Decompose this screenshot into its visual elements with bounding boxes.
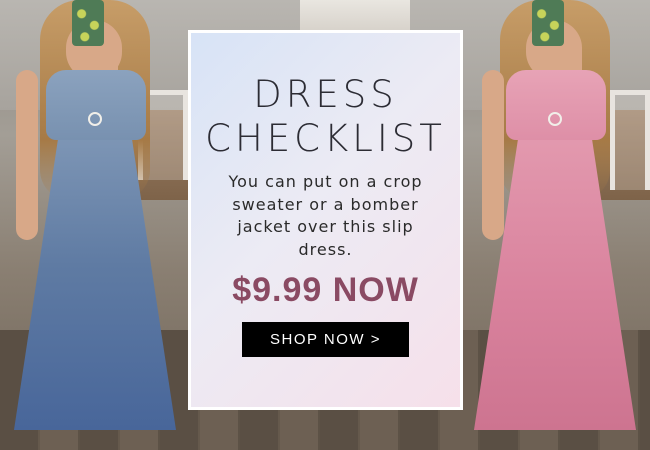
model-arm (482, 70, 504, 240)
dress-ring-detail (548, 112, 562, 126)
dress-skirt (14, 130, 176, 430)
dress-bodice (46, 70, 146, 140)
card-title-line-2: CHECKLIST (205, 117, 446, 160)
price-label: $9.99 NOW (232, 271, 419, 309)
card-title-line-1: DRESS (253, 73, 398, 116)
card-title: DRESS CHECKLIST (205, 73, 446, 161)
promo-card: DRESS CHECKLIST You can put on a crop sw… (188, 30, 463, 410)
phone-image (72, 0, 104, 46)
shop-now-button[interactable]: SHOP NOW > (242, 322, 409, 357)
model-pink-dress (460, 0, 650, 450)
promo-banner: DRESS CHECKLIST You can put on a crop sw… (0, 0, 650, 450)
dress-ring-detail (88, 112, 102, 126)
model-blue-dress (0, 0, 190, 450)
phone-image (532, 0, 564, 46)
dress-bodice (506, 70, 606, 140)
card-description: You can put on a crop sweater or a bombe… (228, 172, 423, 259)
model-arm (16, 70, 38, 240)
